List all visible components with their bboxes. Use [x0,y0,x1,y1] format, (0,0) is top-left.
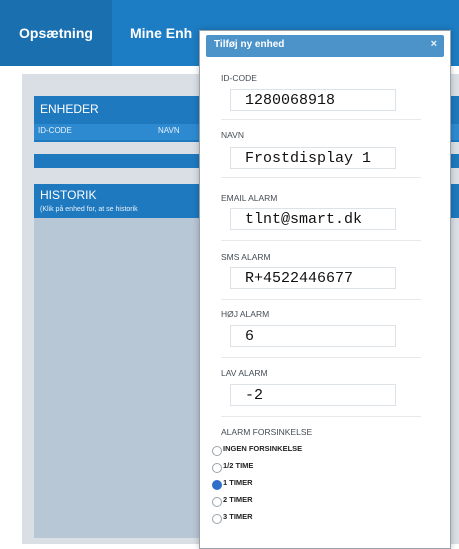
radio-icon-checked[interactable] [212,480,222,490]
historik-hint: (Klik på enhed for, at se historik [40,206,138,213]
lav-alarm-label: LAV ALARM [221,368,268,378]
add-device-dialog: Tilføj ny enhed × ID-CODE 1280068918 NAV… [199,30,451,549]
id-code-label: ID-CODE [221,73,257,83]
id-code-field[interactable]: 1280068918 [230,89,396,111]
delay-option-label: 3 TIMER [223,512,253,521]
divider [221,240,421,241]
dialog-title: Tilføj ny enhed [214,39,285,50]
lav-alarm-field[interactable]: -2 [230,384,396,406]
tab-mine-enheder[interactable]: Mine Enh [130,0,192,66]
delay-option-label: 2 TIMER [223,495,253,504]
column-id-code[interactable]: ID-CODE [38,126,72,135]
email-alarm-field[interactable]: tlnt@smart.dk [230,208,396,230]
dialog-titlebar[interactable]: Tilføj ny enhed × [206,35,444,57]
divider [221,357,421,358]
enheder-title: ENHEDER [40,102,99,116]
historik-title: HISTORIK [40,188,97,202]
navn-label: NAVN [221,130,244,140]
delay-option-label: 1 TIMER [223,478,253,487]
radio-icon[interactable] [212,514,222,524]
divider [221,119,421,120]
sms-alarm-field[interactable]: R+4522446677 [230,267,396,289]
delay-option-label: 1/2 TIME [223,461,254,470]
radio-icon[interactable] [212,463,222,473]
tab-opsaetning[interactable]: Opsætning [0,0,112,66]
left-column-area [34,218,224,538]
divider [221,299,421,300]
hoej-alarm-label: HØJ ALARM [221,309,270,319]
radio-icon[interactable] [212,446,222,456]
radio-icon[interactable] [212,497,222,507]
hoej-alarm-field[interactable]: 6 [230,325,396,347]
close-icon[interactable]: × [431,38,437,50]
alarm-delay-label: ALARM FORSINKELSE [221,427,313,437]
sms-alarm-label: SMS ALARM [221,252,271,262]
navn-field[interactable]: Frostdisplay 1 [230,147,396,169]
email-alarm-label: EMAIL ALARM [221,193,278,203]
delay-option-label: INGEN FORSINKELSE [223,444,303,453]
column-navn[interactable]: NAVN [158,126,180,135]
divider [221,416,421,417]
divider [221,177,421,178]
